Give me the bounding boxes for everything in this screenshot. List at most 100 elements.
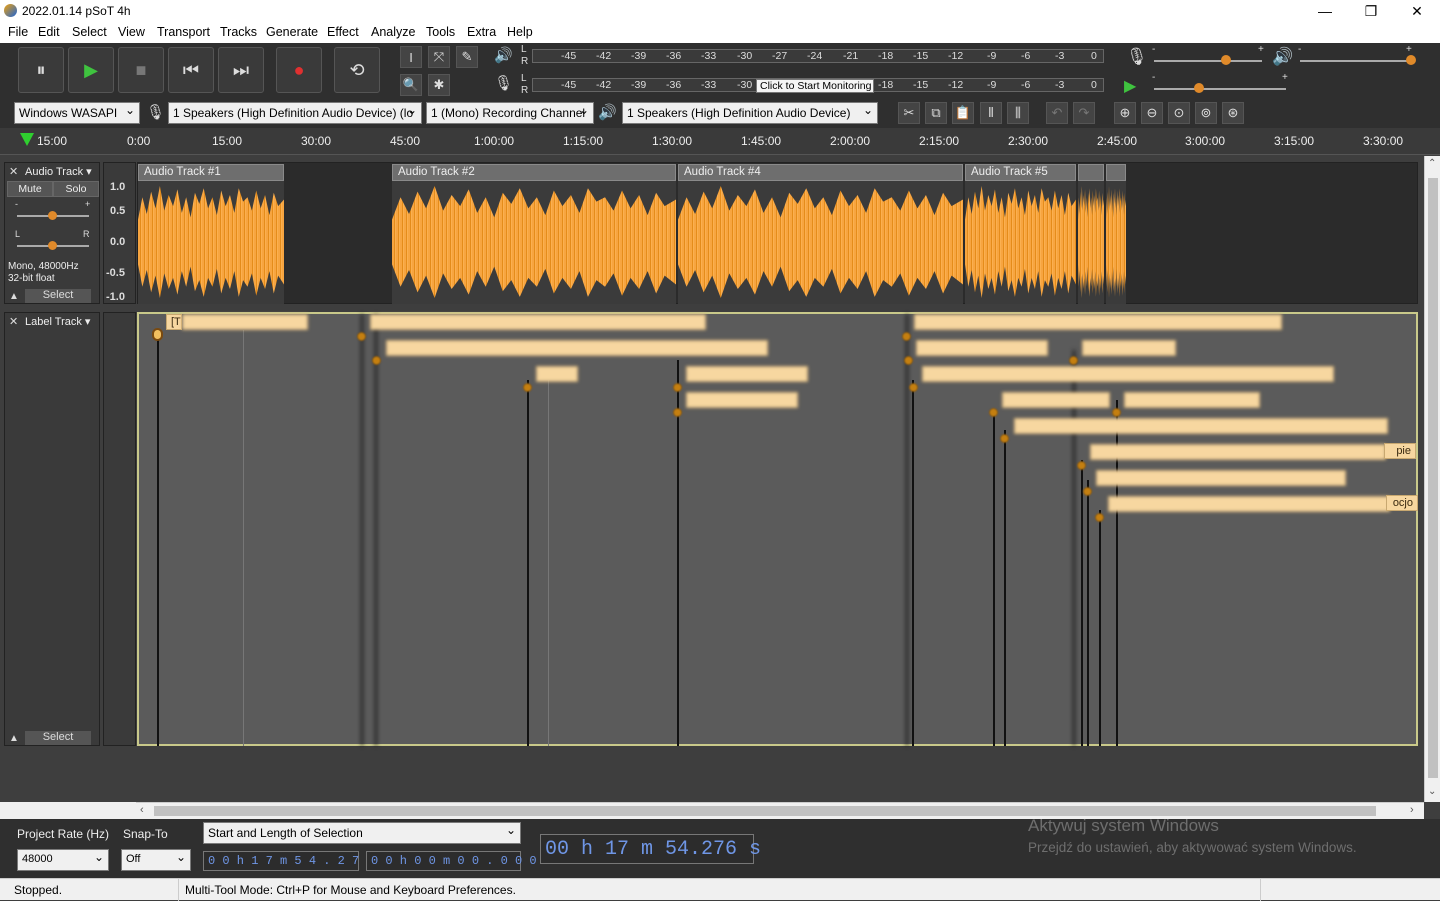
fit-selection-icon[interactable]: ⊙ <box>1168 102 1190 124</box>
label-handle[interactable] <box>673 383 682 392</box>
label-text-box[interactable] <box>1082 340 1176 356</box>
label-track-name-menu[interactable]: Label Track ▾ <box>25 315 99 328</box>
collapse-track-icon[interactable]: ▲ <box>9 291 19 302</box>
label-text-box[interactable] <box>182 314 308 330</box>
horizontal-scroll-thumb[interactable] <box>154 806 1376 816</box>
menu-generate[interactable]: Generate <box>266 25 318 39</box>
multi-tool-icon[interactable]: ✱ <box>428 74 450 96</box>
audio-clip-4[interactable]: Audio Track #4 <box>678 164 963 304</box>
paste-icon[interactable]: 📋 <box>952 102 974 124</box>
copy-icon[interactable]: ⧉ <box>925 102 947 124</box>
project-rate-select[interactable]: 48000 <box>17 849 109 871</box>
label-text-box[interactable] <box>1090 444 1386 460</box>
play-at-speed-icon[interactable]: ▶ <box>1124 76 1146 96</box>
track-name-menu[interactable]: Audio Track ▾ <box>25 165 99 178</box>
label-text-box[interactable] <box>1014 418 1388 434</box>
label-text-box[interactable] <box>686 366 808 382</box>
collapse-label-track-icon[interactable]: ▲ <box>9 733 19 744</box>
zoom-in-icon[interactable]: ⊕ <box>1114 102 1136 124</box>
zoom-tool-icon[interactable]: 🔍 <box>400 74 422 96</box>
audio-position-time[interactable]: 00 h 17 m 54.276 s <box>540 834 761 864</box>
label-text-box[interactable] <box>686 392 798 408</box>
stop-button[interactable]: ■ <box>118 47 164 93</box>
selection-start-time[interactable]: 0 0 h 1 7 m 5 4 . 2 7 6 s <box>203 851 388 871</box>
recording-device-select[interactable]: 1 Speakers (High Definition Audio Device… <box>168 102 422 124</box>
label-handle[interactable] <box>357 332 366 341</box>
label-text-box[interactable] <box>914 314 1282 330</box>
cut-icon[interactable]: ✂ <box>898 102 920 124</box>
label-handle[interactable] <box>523 383 532 392</box>
scroll-up-icon[interactable]: ⌃ <box>1428 158 1436 169</box>
label-text-box[interactable]: pie <box>1384 443 1416 459</box>
amplitude-scale[interactable]: 1.0 0.5 0.0 -0.5 -1.0 <box>103 162 136 304</box>
playback-meter[interactable]: -45 -42 -39 -36 -33 -30 -27 -24 -21 -18 -15 -12 -9 -6… <box>532 49 1104 63</box>
loop-button[interactable]: ⟲ <box>334 47 380 93</box>
scroll-down-icon[interactable]: ⌄ <box>1428 786 1436 797</box>
undo-icon[interactable]: ↶ <box>1046 102 1068 124</box>
label-handle[interactable] <box>1083 487 1092 496</box>
audio-clip-6[interactable] <box>1078 164 1104 304</box>
audio-host-select[interactable]: Windows WASAPI <box>14 102 140 124</box>
label-text-box[interactable] <box>1124 392 1260 408</box>
label-handle[interactable] <box>1095 513 1104 522</box>
pan-thumb[interactable] <box>48 241 57 250</box>
audio-clip-1[interactable]: Audio Track #1 <box>138 164 284 304</box>
label-text-box[interactable] <box>386 340 768 356</box>
label-handle[interactable] <box>902 332 911 341</box>
silence-icon[interactable]: ⫼ <box>1007 102 1029 124</box>
clip-title-4[interactable]: Audio Track #4 <box>678 164 963 181</box>
audio-clip-2[interactable]: Audio Track #2 <box>392 164 676 304</box>
speaker-icon[interactable]: 🔊 <box>494 46 516 68</box>
label-track-select-button[interactable]: Select <box>25 731 91 745</box>
clip-title-6[interactable] <box>1078 164 1104 181</box>
label-text-box[interactable] <box>922 366 1334 382</box>
label-handle[interactable] <box>1069 356 1078 365</box>
skip-to-end-button[interactable]: ⏭ <box>218 47 264 93</box>
menu-analyze[interactable]: Analyze <box>371 25 415 39</box>
horizontal-scrollbar[interactable]: ‹ › <box>136 802 1424 819</box>
close-button[interactable]: ✕ <box>1394 0 1440 22</box>
menu-view[interactable]: View <box>118 25 145 39</box>
menu-extra[interactable]: Extra <box>467 25 496 39</box>
menu-help[interactable]: Help <box>507 25 533 39</box>
menu-file[interactable]: File <box>8 25 28 39</box>
scroll-left-icon[interactable]: ‹ <box>140 804 144 816</box>
recording-volume-slider[interactable] <box>1154 60 1262 62</box>
label-handle[interactable] <box>673 408 682 417</box>
menu-edit[interactable]: Edit <box>38 25 60 39</box>
clip-title-1[interactable]: Audio Track #1 <box>138 164 284 181</box>
play-speed-slider[interactable] <box>1154 88 1286 90</box>
fit-project-icon[interactable]: ⊚ <box>1195 102 1217 124</box>
skip-to-start-button[interactable]: ⏮ <box>168 47 214 93</box>
label-text-box[interactable]: [T <box>166 314 182 330</box>
clip-title-2[interactable]: Audio Track #2 <box>392 164 676 181</box>
play-button[interactable]: ▶ <box>68 47 114 93</box>
label-handle[interactable] <box>989 408 998 417</box>
redo-icon[interactable]: ↷ <box>1073 102 1095 124</box>
zoom-toggle-icon[interactable]: ⊛ <box>1222 102 1244 124</box>
playback-device-select[interactable]: 1 Speakers (High Definition Audio Device… <box>622 102 878 124</box>
play-head-icon[interactable] <box>20 133 34 146</box>
gain-thumb[interactable] <box>48 211 57 220</box>
playback-volume-thumb[interactable] <box>1406 55 1416 65</box>
menu-select[interactable]: Select <box>72 25 107 39</box>
label-text-box[interactable] <box>1002 392 1110 408</box>
label-text-box[interactable] <box>1108 496 1390 512</box>
label-text-box[interactable] <box>1096 470 1346 486</box>
label-text-box[interactable] <box>536 366 578 382</box>
label-handle-icon[interactable] <box>152 328 163 341</box>
label-track-close-icon[interactable]: ✕ <box>9 315 18 328</box>
selection-mode-select[interactable]: Start and Length of Selection <box>203 822 521 844</box>
clip-title-5[interactable]: Audio Track #5 <box>965 164 1076 181</box>
zoom-out-icon[interactable]: ⊖ <box>1141 102 1163 124</box>
label-text-box[interactable] <box>370 314 706 330</box>
menu-effect[interactable]: Effect <box>327 25 359 39</box>
menu-transport[interactable]: Transport <box>157 25 210 39</box>
label-text-box[interactable] <box>916 340 1048 356</box>
vertical-scrollbar[interactable]: ⌃ ⌄ <box>1424 156 1440 802</box>
menu-tracks[interactable]: Tracks <box>220 25 257 39</box>
timeline-ruler[interactable]: 15:00 0:00 15:00 30:00 45:00 1:00:00 1:1… <box>0 128 1440 155</box>
scroll-right-icon[interactable]: › <box>1410 804 1414 816</box>
track-close-icon[interactable]: ✕ <box>9 165 18 178</box>
label-handle[interactable] <box>1112 408 1121 417</box>
